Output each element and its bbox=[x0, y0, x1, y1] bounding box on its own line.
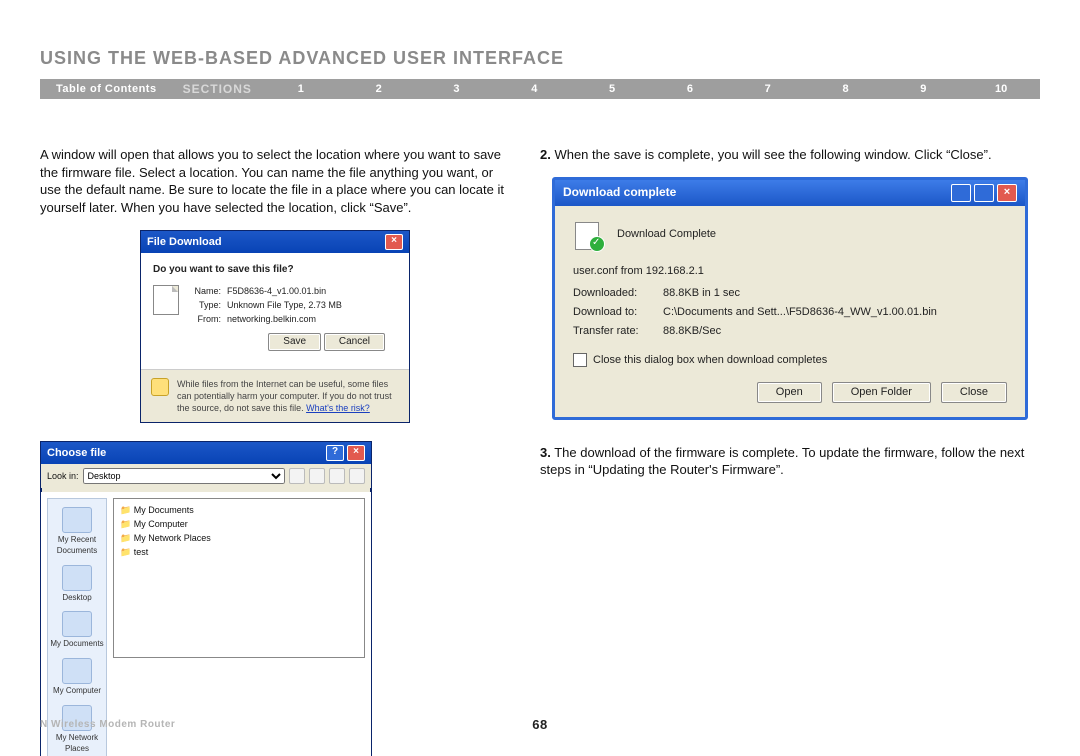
file-download-question: Do you want to save this file? bbox=[153, 263, 397, 277]
name-value: F5D8636-4_v1.00.01.bin bbox=[227, 285, 342, 297]
section-link-9[interactable]: 9 bbox=[884, 83, 962, 95]
close-icon[interactable]: × bbox=[997, 184, 1017, 202]
downloaded-label: Downloaded: bbox=[573, 286, 663, 301]
back-icon[interactable] bbox=[289, 468, 305, 484]
from-label: From: bbox=[187, 313, 227, 325]
download-source: user.conf from 192.168.2.1 bbox=[573, 264, 1007, 279]
right-column: 2. When the save is complete, you will s… bbox=[540, 133, 1040, 756]
name-label: Name: bbox=[187, 285, 227, 297]
help-icon[interactable]: ? bbox=[326, 445, 344, 461]
lookin-label: Look in: bbox=[47, 470, 79, 482]
places-bar: My Recent Documents Desktop My Documents… bbox=[47, 498, 107, 756]
step-2: 2. When the save is complete, you will s… bbox=[540, 146, 1040, 164]
places-desktop[interactable]: Desktop bbox=[62, 565, 92, 604]
page-title: USING THE WEB-BASED ADVANCED USER INTERF… bbox=[40, 48, 1040, 69]
download-complete-title: Download complete bbox=[563, 184, 676, 200]
toc-link[interactable]: Table of Contents bbox=[40, 83, 173, 95]
left-column: A window will open that allows you to se… bbox=[40, 133, 510, 756]
list-item[interactable]: My Network Places bbox=[118, 531, 360, 545]
shield-icon bbox=[151, 378, 169, 396]
close-icon[interactable]: × bbox=[347, 445, 365, 461]
section-nav: Table of Contents SECTIONS 1 2 3 4 5 6 7… bbox=[40, 79, 1040, 99]
cancel-button[interactable]: Cancel bbox=[324, 333, 385, 351]
new-folder-icon[interactable] bbox=[329, 468, 345, 484]
places-computer[interactable]: My Computer bbox=[53, 658, 101, 697]
section-link-8[interactable]: 8 bbox=[807, 83, 885, 95]
close-when-complete-checkbox[interactable]: Close this dialog box when download comp… bbox=[573, 353, 1007, 368]
manual-page: USING THE WEB-BASED ADVANCED USER INTERF… bbox=[0, 0, 1080, 756]
close-button[interactable]: Close bbox=[941, 382, 1007, 403]
file-list[interactable]: My Documents My Computer My Network Plac… bbox=[113, 498, 365, 658]
up-icon[interactable] bbox=[309, 468, 325, 484]
choose-file-dialog: Choose file ?× Look in: Desktop My Re bbox=[40, 441, 372, 756]
section-link-5[interactable]: 5 bbox=[573, 83, 651, 95]
sections-label: SECTIONS bbox=[173, 82, 262, 96]
places-recent[interactable]: My Recent Documents bbox=[48, 507, 106, 557]
close-icon[interactable]: × bbox=[385, 234, 403, 250]
open-button[interactable]: Open bbox=[757, 382, 822, 403]
section-link-6[interactable]: 6 bbox=[651, 83, 729, 95]
maximize-icon[interactable] bbox=[974, 184, 994, 202]
step-number: 2. bbox=[540, 147, 551, 162]
file-download-titlebar: File Download × bbox=[141, 231, 409, 253]
section-link-10[interactable]: 10 bbox=[962, 83, 1040, 95]
footer-product: N Wireless Modem Router bbox=[40, 719, 175, 730]
downloadto-value: C:\Documents and Sett...\F5D8636-4_WW_v1… bbox=[663, 305, 1007, 320]
page-footer: N Wireless Modem Router 68 bbox=[40, 719, 1040, 730]
step-3: 3. The download of the firmware is compl… bbox=[540, 444, 1040, 479]
open-folder-button[interactable]: Open Folder bbox=[832, 382, 931, 403]
file-download-body: Do you want to save this file? Name:F5D8… bbox=[141, 253, 409, 368]
views-icon[interactable] bbox=[349, 468, 365, 484]
places-documents[interactable]: My Documents bbox=[50, 611, 103, 650]
file-icon bbox=[153, 285, 179, 315]
section-link-1[interactable]: 1 bbox=[262, 83, 340, 95]
transfer-value: 88.8KB/Sec bbox=[663, 324, 1007, 339]
type-value: Unknown File Type, 2.73 MB bbox=[227, 299, 342, 311]
checkbox-label: Close this dialog box when download comp… bbox=[593, 353, 827, 368]
list-item[interactable]: My Computer bbox=[118, 517, 360, 531]
minimize-icon[interactable] bbox=[951, 184, 971, 202]
intro-paragraph: A window will open that allows you to se… bbox=[40, 146, 510, 216]
downloaded-value: 88.8KB in 1 sec bbox=[663, 286, 1007, 301]
save-button[interactable]: Save bbox=[268, 333, 321, 351]
whats-the-risk-link[interactable]: What's the risk? bbox=[306, 403, 370, 413]
section-link-2[interactable]: 2 bbox=[340, 83, 418, 95]
choose-file-titlebar: Choose file ?× bbox=[41, 442, 371, 464]
lookin-select[interactable]: Desktop bbox=[83, 468, 285, 484]
type-label: Type: bbox=[187, 299, 227, 311]
choose-file-title: Choose file bbox=[47, 446, 106, 461]
section-link-3[interactable]: 3 bbox=[418, 83, 496, 95]
checkbox-icon[interactable] bbox=[573, 353, 587, 367]
download-complete-heading: Download Complete bbox=[617, 227, 716, 242]
file-download-title: File Download bbox=[147, 235, 222, 250]
step-number: 3. bbox=[540, 445, 551, 460]
file-download-warning: While files from the Internet can be use… bbox=[141, 369, 409, 422]
page-number: 68 bbox=[532, 717, 547, 732]
transfer-label: Transfer rate: bbox=[573, 324, 663, 339]
download-complete-titlebar: Download complete × bbox=[555, 180, 1025, 206]
section-link-4[interactable]: 4 bbox=[495, 83, 573, 95]
from-value: networking.belkin.com bbox=[227, 313, 342, 325]
file-download-dialog: File Download × Do you want to save this… bbox=[140, 230, 410, 423]
download-complete-dialog: Download complete × Download Complete us… bbox=[552, 177, 1028, 420]
section-link-7[interactable]: 7 bbox=[729, 83, 807, 95]
list-item[interactable]: My Documents bbox=[118, 503, 360, 517]
downloadto-label: Download to: bbox=[573, 305, 663, 320]
list-item[interactable]: test bbox=[118, 545, 360, 559]
download-complete-icon bbox=[573, 220, 603, 250]
